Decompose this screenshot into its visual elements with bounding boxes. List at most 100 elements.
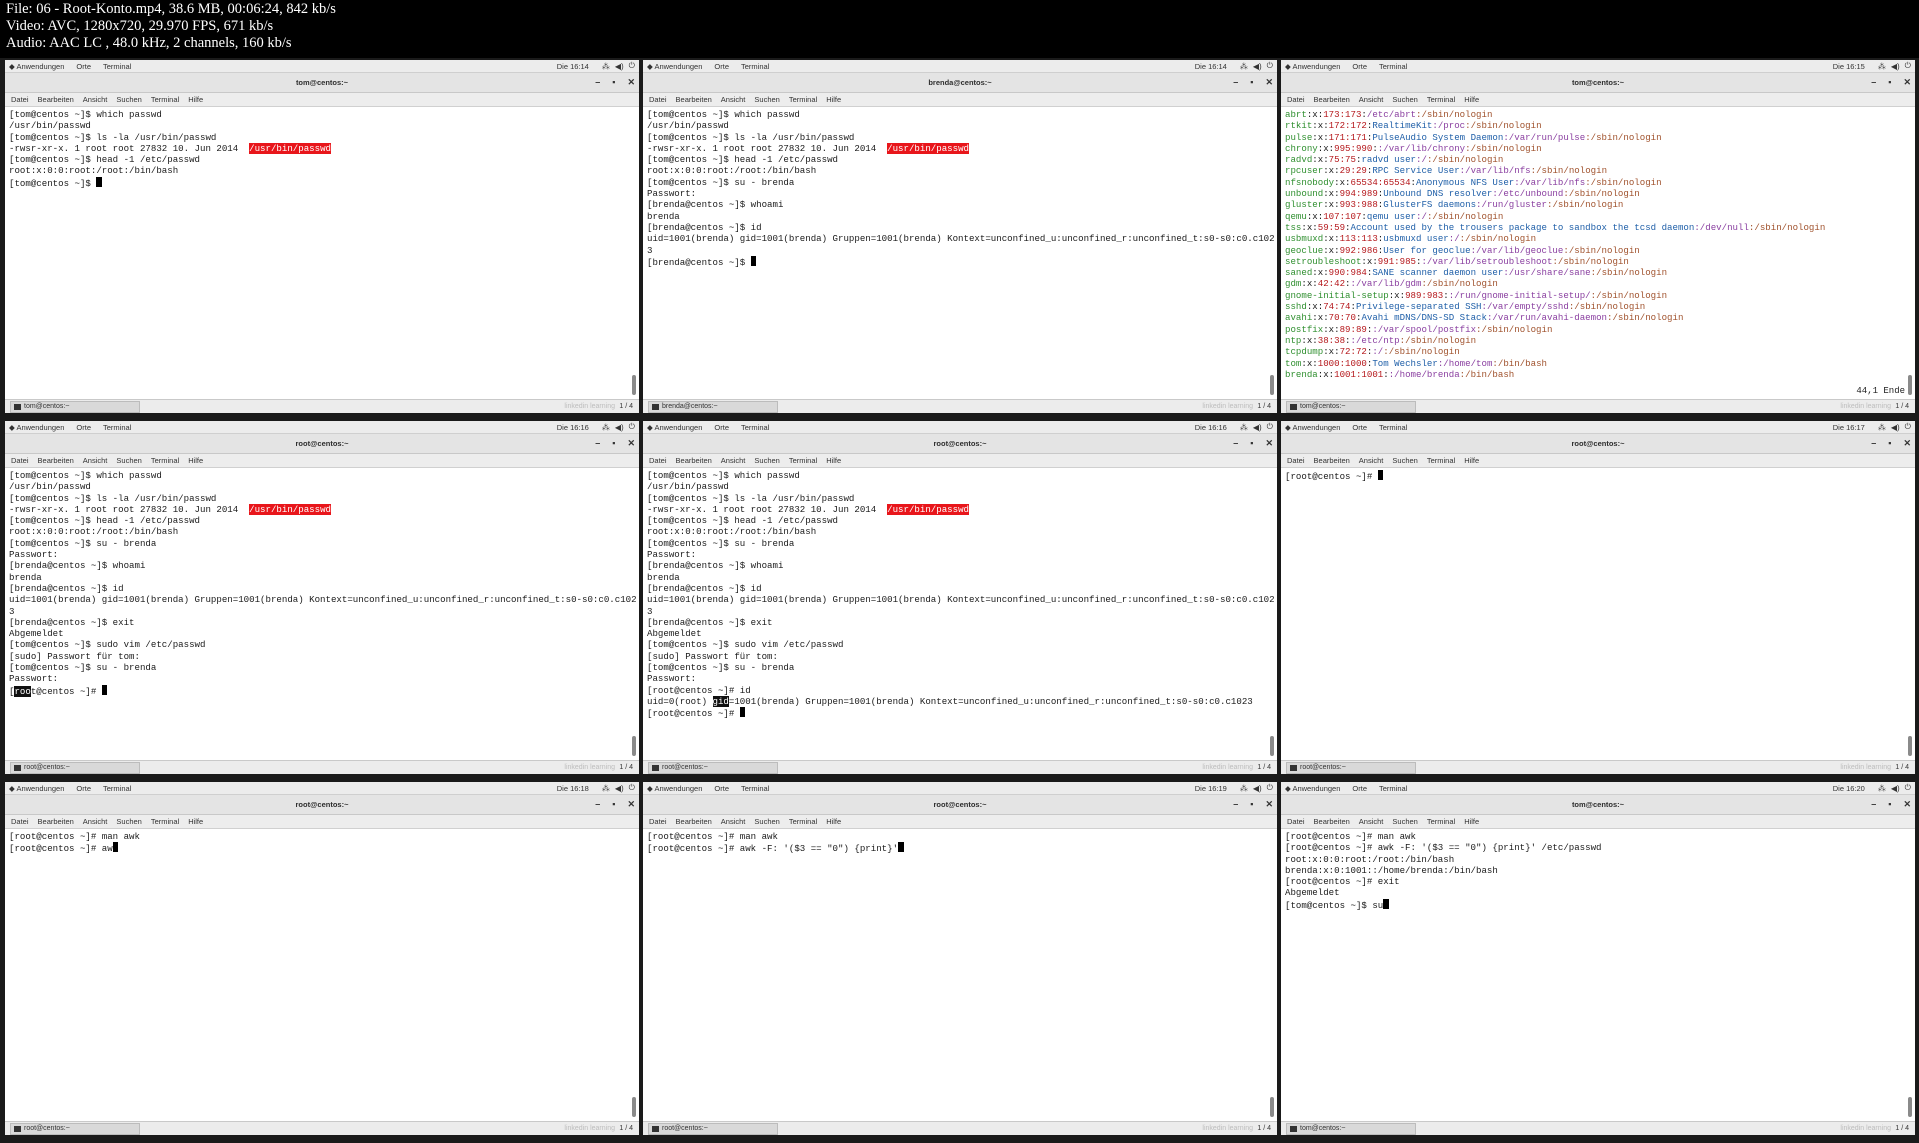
top-menu-terminal[interactable]: Terminal [1379, 784, 1407, 793]
menu-hilfe[interactable]: Hilfe [826, 817, 841, 826]
terminal-output[interactable]: [root@centos ~]# man awk [root@centos ~]#… [1281, 829, 1915, 1121]
menu-hilfe[interactable]: Hilfe [1464, 817, 1479, 826]
workspace-indicator[interactable]: 1 / 4 [619, 1125, 633, 1132]
terminal-output[interactable]: [root@centos ~]# [1281, 468, 1915, 760]
minimize-button[interactable]: – [1233, 438, 1238, 448]
power-icon[interactable]: ⏻ [1905, 422, 1911, 432]
menu-terminal[interactable]: Terminal [1427, 456, 1455, 465]
network-icon[interactable]: ⁂ [1240, 62, 1248, 71]
top-menu-orte[interactable]: Orte [1352, 62, 1367, 71]
menu-datei[interactable]: Datei [649, 456, 667, 465]
volume-icon[interactable]: ◀) [615, 784, 624, 793]
volume-icon[interactable]: ◀) [1253, 62, 1262, 71]
top-menu-orte[interactable]: Orte [714, 62, 729, 71]
menu-suchen[interactable]: Suchen [1392, 817, 1417, 826]
top-menu-terminal[interactable]: Terminal [1379, 62, 1407, 71]
taskbar-window-button[interactable]: tom@centos:~ [1286, 400, 1416, 413]
menu-bearbeiten[interactable]: Bearbeiten [676, 95, 712, 104]
menu-hilfe[interactable]: Hilfe [188, 456, 203, 465]
close-button[interactable]: ✕ [627, 77, 635, 87]
volume-icon[interactable]: ◀) [1891, 62, 1900, 71]
top-menu-orte[interactable]: Orte [1352, 784, 1367, 793]
network-icon[interactable]: ⁂ [602, 62, 610, 71]
volume-icon[interactable]: ◀) [1891, 423, 1900, 432]
power-icon[interactable]: ⏻ [1905, 61, 1911, 71]
workspace-indicator[interactable]: 1 / 4 [1895, 1125, 1909, 1132]
menu-terminal[interactable]: Terminal [789, 95, 817, 104]
scrollbar[interactable] [1908, 109, 1913, 395]
minimize-button[interactable]: – [595, 438, 600, 448]
menu-bearbeiten[interactable]: Bearbeiten [1314, 95, 1350, 104]
network-icon[interactable]: ⁂ [602, 784, 610, 793]
scrollbar[interactable] [1270, 470, 1275, 756]
network-icon[interactable]: ⁂ [602, 423, 610, 432]
menu-bearbeiten[interactable]: Bearbeiten [1314, 456, 1350, 465]
menu-terminal[interactable]: Terminal [151, 817, 179, 826]
menu-hilfe[interactable]: Hilfe [188, 817, 203, 826]
menu-bearbeiten[interactable]: Bearbeiten [1314, 817, 1350, 826]
scrollbar[interactable] [632, 470, 637, 756]
top-menu-orte[interactable]: Orte [714, 784, 729, 793]
menu-terminal[interactable]: Terminal [789, 817, 817, 826]
workspace-indicator[interactable]: 1 / 4 [619, 403, 633, 410]
menu-ansicht[interactable]: Ansicht [721, 817, 746, 826]
taskbar-window-button[interactable]: tom@centos:~ [1286, 1122, 1416, 1135]
scrollbar-thumb[interactable] [1908, 375, 1912, 395]
terminal-output[interactable]: [root@centos ~]# man awk [root@centos ~]#… [5, 829, 639, 1121]
maximize-button[interactable]: ▪ [1888, 799, 1891, 809]
menu-hilfe[interactable]: Hilfe [1464, 95, 1479, 104]
scrollbar-thumb[interactable] [632, 1097, 636, 1117]
menu-datei[interactable]: Datei [11, 95, 29, 104]
taskbar-window-button[interactable]: tom@centos:~ [10, 400, 140, 413]
top-menu-terminal[interactable]: Terminal [103, 784, 131, 793]
power-icon[interactable]: ⏻ [1267, 783, 1273, 793]
workspace-indicator[interactable]: 1 / 4 [619, 764, 633, 771]
terminal-output[interactable]: [root@centos ~]# man awk [root@centos ~]#… [643, 829, 1277, 1121]
menu-ansicht[interactable]: Ansicht [1359, 456, 1384, 465]
top-menu-terminal[interactable]: Terminal [1379, 423, 1407, 432]
close-button[interactable]: ✕ [1903, 77, 1911, 87]
volume-icon[interactable]: ◀) [1253, 784, 1262, 793]
menu-bearbeiten[interactable]: Bearbeiten [38, 817, 74, 826]
taskbar-window-button[interactable]: root@centos:~ [648, 1122, 778, 1135]
menu-datei[interactable]: Datei [1287, 95, 1305, 104]
workspace-indicator[interactable]: 1 / 4 [1257, 403, 1271, 410]
scrollbar-thumb[interactable] [1270, 1097, 1274, 1117]
minimize-button[interactable]: – [1233, 77, 1238, 87]
top-menu-orte[interactable]: Orte [714, 423, 729, 432]
scrollbar[interactable] [1908, 831, 1913, 1117]
close-button[interactable]: ✕ [1265, 77, 1273, 87]
scrollbar[interactable] [1908, 470, 1913, 756]
network-icon[interactable]: ⁂ [1878, 784, 1886, 793]
scrollbar-thumb[interactable] [632, 736, 636, 756]
scrollbar-thumb[interactable] [632, 375, 636, 395]
menu-ansicht[interactable]: Ansicht [83, 456, 108, 465]
top-menu-terminal[interactable]: Terminal [103, 423, 131, 432]
menu-suchen[interactable]: Suchen [116, 95, 141, 104]
menu-suchen[interactable]: Suchen [754, 456, 779, 465]
top-menu-anwendungen[interactable]: ◆ Anwendungen [647, 62, 702, 71]
menu-suchen[interactable]: Suchen [754, 817, 779, 826]
menu-datei[interactable]: Datei [11, 456, 29, 465]
scrollbar[interactable] [632, 831, 637, 1117]
minimize-button[interactable]: – [595, 77, 600, 87]
scrollbar-thumb[interactable] [1270, 375, 1274, 395]
menu-suchen[interactable]: Suchen [116, 456, 141, 465]
network-icon[interactable]: ⁂ [1878, 62, 1886, 71]
menu-datei[interactable]: Datei [649, 817, 667, 826]
menu-hilfe[interactable]: Hilfe [826, 95, 841, 104]
menu-datei[interactable]: Datei [1287, 456, 1305, 465]
minimize-button[interactable]: – [595, 799, 600, 809]
top-menu-orte[interactable]: Orte [76, 784, 91, 793]
network-icon[interactable]: ⁂ [1878, 423, 1886, 432]
volume-icon[interactable]: ◀) [1891, 784, 1900, 793]
taskbar-window-button[interactable]: root@centos:~ [1286, 761, 1416, 774]
top-menu-anwendungen[interactable]: ◆ Anwendungen [9, 423, 64, 432]
menu-bearbeiten[interactable]: Bearbeiten [676, 817, 712, 826]
menu-ansicht[interactable]: Ansicht [83, 95, 108, 104]
menu-hilfe[interactable]: Hilfe [1464, 456, 1479, 465]
network-icon[interactable]: ⁂ [1240, 423, 1248, 432]
menu-ansicht[interactable]: Ansicht [1359, 817, 1384, 826]
top-menu-orte[interactable]: Orte [76, 423, 91, 432]
menu-suchen[interactable]: Suchen [1392, 456, 1417, 465]
